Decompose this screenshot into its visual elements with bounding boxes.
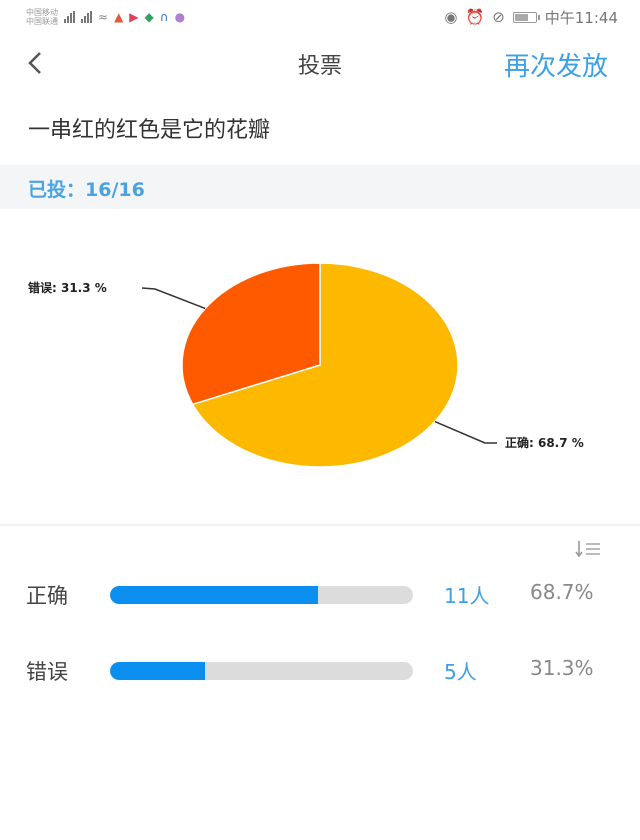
vote-count: 11人 — [444, 584, 490, 608]
vote-count: 5人 — [444, 660, 477, 684]
result-progress-track — [110, 586, 413, 604]
status-right: ◉ ⏰ ⊘ 中午11:44 — [444, 7, 618, 28]
result-row-wrong: 错误 5人 31.3% — [0, 650, 640, 690]
option-label: 错误 — [26, 660, 68, 684]
app-notification-icon: ▲ — [114, 10, 124, 24]
question-text: 一串红的红色是它的花瓣 — [28, 118, 271, 143]
sort-list-icon — [575, 541, 600, 558]
voted-count: 已投：16/16 — [28, 179, 145, 201]
pie-data-label: 正确: 68.7 % — [505, 435, 584, 450]
app-notification-icon: ◆ — [144, 10, 154, 24]
vote-percent: 31.3% — [530, 656, 594, 680]
pie-leader-line — [141, 287, 206, 310]
carrier-2: 中国联通 — [26, 17, 58, 26]
result-progress-fill — [110, 586, 319, 604]
result-progress-fill — [110, 662, 205, 680]
nav-bar: 投票 再次发放 — [0, 34, 640, 94]
result-progress-track — [110, 662, 413, 680]
eye-icon: ◉ — [444, 8, 458, 26]
status-left: 中国移动 中国联通 ≈ ▲ ▶ ◆ ∩ ● — [26, 8, 185, 26]
wifi-icon: ≈ — [98, 10, 109, 24]
pie-data-label: 错误: 31.3 % — [28, 280, 107, 295]
app-notification-icon: ▶ — [129, 10, 139, 24]
pie-chart-svg: 正确: 68.7 % 错误: 31.3 % — [28, 262, 584, 468]
mute-icon: ⊘ — [492, 8, 505, 26]
divider — [0, 524, 640, 526]
signal-icon-2 — [81, 11, 92, 23]
status-bar: 中国移动 中国联通 ≈ ▲ ▶ ◆ ∩ ● ◉ ⏰ ⊘ 中午11:44 — [0, 0, 640, 34]
alarm-icon: ⏰ — [465, 8, 485, 26]
pie-chart: 正确: 68.7 % 错误: 31.3 % — [0, 215, 640, 515]
result-row-correct: 正确 11人 68.7% — [0, 574, 640, 614]
app-notification-icon: ∩ — [159, 10, 169, 24]
pie-leader-line — [434, 420, 497, 444]
option-label: 正确 — [26, 584, 68, 608]
battery-icon — [512, 11, 540, 23]
vote-percent: 68.7% — [530, 580, 594, 604]
carrier-1: 中国移动 — [26, 8, 58, 17]
clock: 中午11:44 — [544, 8, 618, 27]
voted-summary: 已投：16/16 — [0, 165, 640, 209]
sort-button[interactable] — [572, 537, 604, 561]
carrier-info: 中国移动 中国联通 — [26, 8, 58, 26]
redistribute-button[interactable]: 再次发放 — [504, 46, 608, 83]
signal-icon — [64, 11, 75, 23]
app-notification-icon: ● — [174, 10, 186, 24]
